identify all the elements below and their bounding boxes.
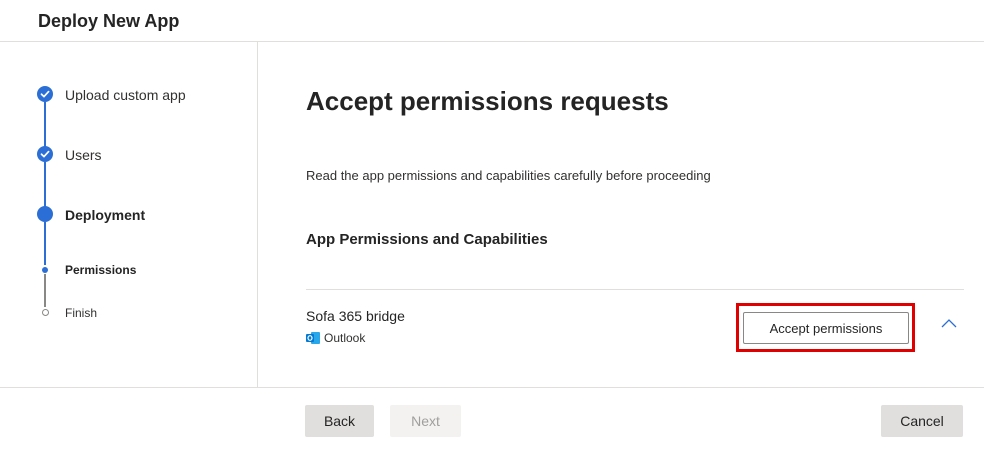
next-button[interactable]: Next <box>390 405 461 437</box>
section-divider <box>306 289 964 290</box>
wizard-stepper: Upload custom app Users Deployment Permi… <box>0 42 258 387</box>
step-users: Users <box>65 147 102 163</box>
main-content: Accept permissions requests Read the app… <box>306 42 966 387</box>
step-upload-custom-app: Upload custom app <box>65 87 186 103</box>
substep-active-dot-icon <box>42 267 48 273</box>
accept-permissions-button[interactable]: Accept permissions <box>743 312 909 344</box>
dialog-title: Deploy New App <box>38 11 180 31</box>
back-button[interactable]: Back <box>305 405 374 437</box>
step-finish: Finish <box>65 306 98 320</box>
step-deployment: Deployment <box>65 207 146 223</box>
outlook-icon <box>306 332 320 344</box>
dialog-footer: Back Next Cancel <box>0 387 984 450</box>
section-title: App Permissions and Capabilities <box>306 231 548 248</box>
step-permissions: Permissions <box>65 263 137 277</box>
cancel-button[interactable]: Cancel <box>881 405 963 437</box>
step-connector <box>44 274 46 307</box>
chevron-up-icon[interactable] <box>940 314 958 332</box>
step-complete-icon <box>37 86 53 102</box>
app-host-label: Outlook <box>324 331 366 345</box>
app-name: Sofa 365 bridge <box>306 308 405 324</box>
substep-pending-dot-icon <box>41 309 49 316</box>
page-description: Read the app permissions and capabilitie… <box>306 168 711 183</box>
step-complete-icon <box>37 146 53 162</box>
step-current-icon <box>37 206 53 222</box>
page-title: Accept permissions requests <box>306 86 669 116</box>
dialog-header: Deploy New App <box>0 0 984 42</box>
step-connector <box>44 222 46 265</box>
